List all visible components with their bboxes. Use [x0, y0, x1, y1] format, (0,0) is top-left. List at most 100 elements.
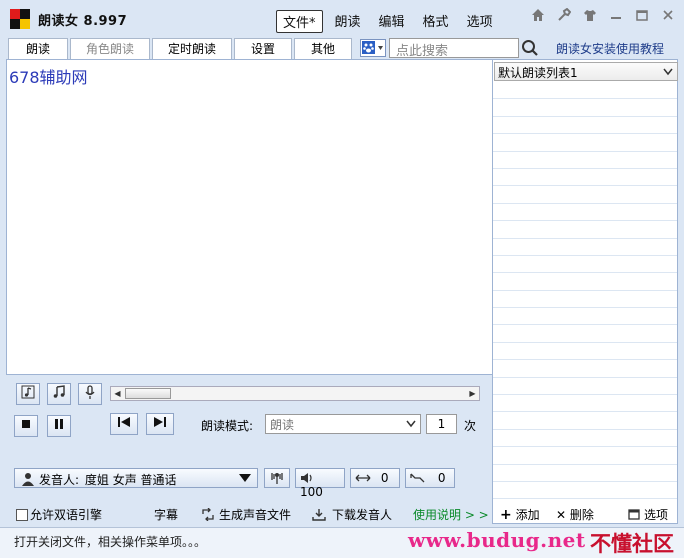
menu-edit[interactable]: 编辑	[373, 10, 411, 33]
repeat-unit-label: 次	[464, 419, 477, 433]
skin-shirt-icon[interactable]	[580, 8, 600, 28]
reading-list-select[interactable]: 默认朗读列表1	[494, 62, 678, 81]
scroll-left-icon[interactable]: ◀	[111, 387, 124, 400]
list-item[interactable]	[493, 273, 677, 291]
next-button[interactable]	[146, 413, 174, 435]
list-item[interactable]	[493, 412, 677, 430]
list-item[interactable]	[493, 82, 677, 100]
list-item[interactable]	[493, 308, 677, 326]
skip-previous-icon	[118, 417, 130, 427]
list-item[interactable]	[493, 482, 677, 500]
list-item[interactable]	[493, 360, 677, 378]
speed-control[interactable]: 0	[350, 468, 400, 488]
add-button[interactable]: + 添加	[500, 506, 540, 523]
tutorial-link[interactable]: 朗读女安装使用教程	[556, 40, 664, 57]
editor-content[interactable]: 678辅助网	[9, 64, 88, 88]
volume-control[interactable]: 100	[295, 468, 345, 499]
search-engine-dropdown[interactable]	[360, 39, 386, 57]
close-icon[interactable]	[658, 8, 678, 28]
voice-effect-button[interactable]	[264, 468, 290, 488]
microphone-icon	[85, 385, 95, 399]
scroll-right-icon[interactable]: ▶	[466, 387, 479, 400]
list-item[interactable]	[493, 221, 677, 239]
mode-label: 朗读模式:	[201, 419, 254, 433]
reading-list-selected: 默认朗读列表1	[498, 66, 578, 80]
maximize-icon[interactable]	[632, 8, 652, 28]
stop-icon	[22, 420, 30, 428]
menu-read[interactable]: 朗读	[329, 10, 367, 33]
home-icon[interactable]	[528, 8, 548, 28]
mode-select[interactable]: 朗读	[265, 414, 421, 434]
list-item[interactable]	[493, 395, 677, 413]
previous-button[interactable]	[110, 413, 138, 435]
stop-button[interactable]	[14, 415, 38, 437]
bilingual-checkbox[interactable]: 允许双语引擎	[16, 506, 102, 523]
list-item[interactable]	[493, 256, 677, 274]
list-item[interactable]	[493, 343, 677, 361]
minimize-icon[interactable]	[606, 8, 626, 28]
list-options-button[interactable]: 选项	[628, 506, 668, 523]
x-icon: ✕	[556, 508, 567, 522]
record-button[interactable]	[78, 383, 102, 405]
list-item[interactable]	[493, 117, 677, 135]
horizontal-scrollbar[interactable]: ◀ ▶	[110, 386, 480, 401]
mode-value: 朗读	[270, 418, 295, 432]
list-item[interactable]	[493, 378, 677, 396]
list-item[interactable]	[493, 447, 677, 465]
subtitle-button[interactable]: 字幕	[154, 506, 178, 523]
menu-file[interactable]: 文件*	[276, 10, 323, 33]
list-item[interactable]	[493, 430, 677, 448]
list-item[interactable]	[493, 291, 677, 309]
tab-read[interactable]: 朗读	[8, 38, 68, 59]
search-input[interactable]: 点此搜索	[389, 38, 519, 59]
music-file-icon	[21, 385, 35, 399]
speed-arrows-icon	[355, 474, 371, 482]
reading-list-panel: 默认朗读列表1	[492, 59, 678, 524]
tools-icon[interactable]	[554, 7, 574, 28]
music-button[interactable]	[47, 383, 71, 405]
list-item[interactable]	[493, 239, 677, 256]
watermark-brand: 不懂社区	[590, 532, 674, 556]
generate-audio-button[interactable]: 生成声音文件	[201, 506, 291, 523]
bilingual-label: 允许双语引擎	[30, 508, 103, 522]
list-item[interactable]	[493, 169, 677, 187]
tab-role-read[interactable]: 角色朗读	[70, 38, 150, 59]
download-voice-button[interactable]: 下载发音人	[312, 506, 392, 523]
main-tabs: 朗读 角色朗读 定时朗读 设置 其他	[8, 38, 354, 59]
checkbox-box[interactable]	[16, 509, 28, 521]
tab-other[interactable]: 其他	[294, 38, 352, 59]
app-logo-icon	[10, 9, 30, 29]
instructions-link[interactable]: 使用说明 > >	[413, 506, 489, 523]
list-item[interactable]	[493, 186, 677, 204]
speaker-value: 度姐 女声 普通话	[84, 473, 177, 487]
app-title: 朗读女 8.997	[38, 14, 128, 29]
list-item[interactable]	[493, 134, 677, 152]
menu-options[interactable]: 选项	[461, 10, 499, 33]
pause-button[interactable]	[47, 415, 71, 437]
paw-icon	[362, 41, 383, 54]
status-bar: 打开关闭文件，相关操作菜单项。。。 www.budug.net 不懂社区	[0, 527, 684, 558]
text-editor[interactable]: 678辅助网	[6, 59, 493, 375]
search-icon[interactable]	[521, 39, 539, 57]
menu-format[interactable]: 格式	[417, 10, 455, 33]
list-item[interactable]	[493, 204, 677, 222]
menu-bar: 文件* 朗读 编辑 格式 选项	[276, 10, 505, 33]
list-item[interactable]	[493, 325, 677, 343]
music-note-box-button[interactable]	[16, 383, 40, 405]
speaker-volume-icon	[301, 473, 312, 483]
generate-audio-label: 生成声音文件	[219, 508, 292, 522]
pitch-control[interactable]: 0	[405, 468, 455, 488]
list-item[interactable]	[493, 152, 677, 169]
delete-button[interactable]: ✕ 删除	[556, 506, 594, 523]
speaker-select[interactable]: 发音人: 度姐 女声 普通话	[14, 468, 258, 488]
tab-settings[interactable]: 设置	[234, 38, 292, 59]
pitch-curve-icon	[410, 473, 425, 483]
repeat-count-input[interactable]: 1	[426, 414, 457, 434]
scroll-thumb[interactable]	[125, 388, 171, 399]
status-text: 打开关闭文件，相关操作菜单项。。。	[14, 535, 207, 549]
list-item[interactable]	[493, 465, 677, 482]
music-note-icon	[53, 385, 65, 398]
person-icon	[22, 473, 34, 486]
tab-timed-read[interactable]: 定时朗读	[152, 38, 232, 59]
list-item[interactable]	[493, 99, 677, 117]
